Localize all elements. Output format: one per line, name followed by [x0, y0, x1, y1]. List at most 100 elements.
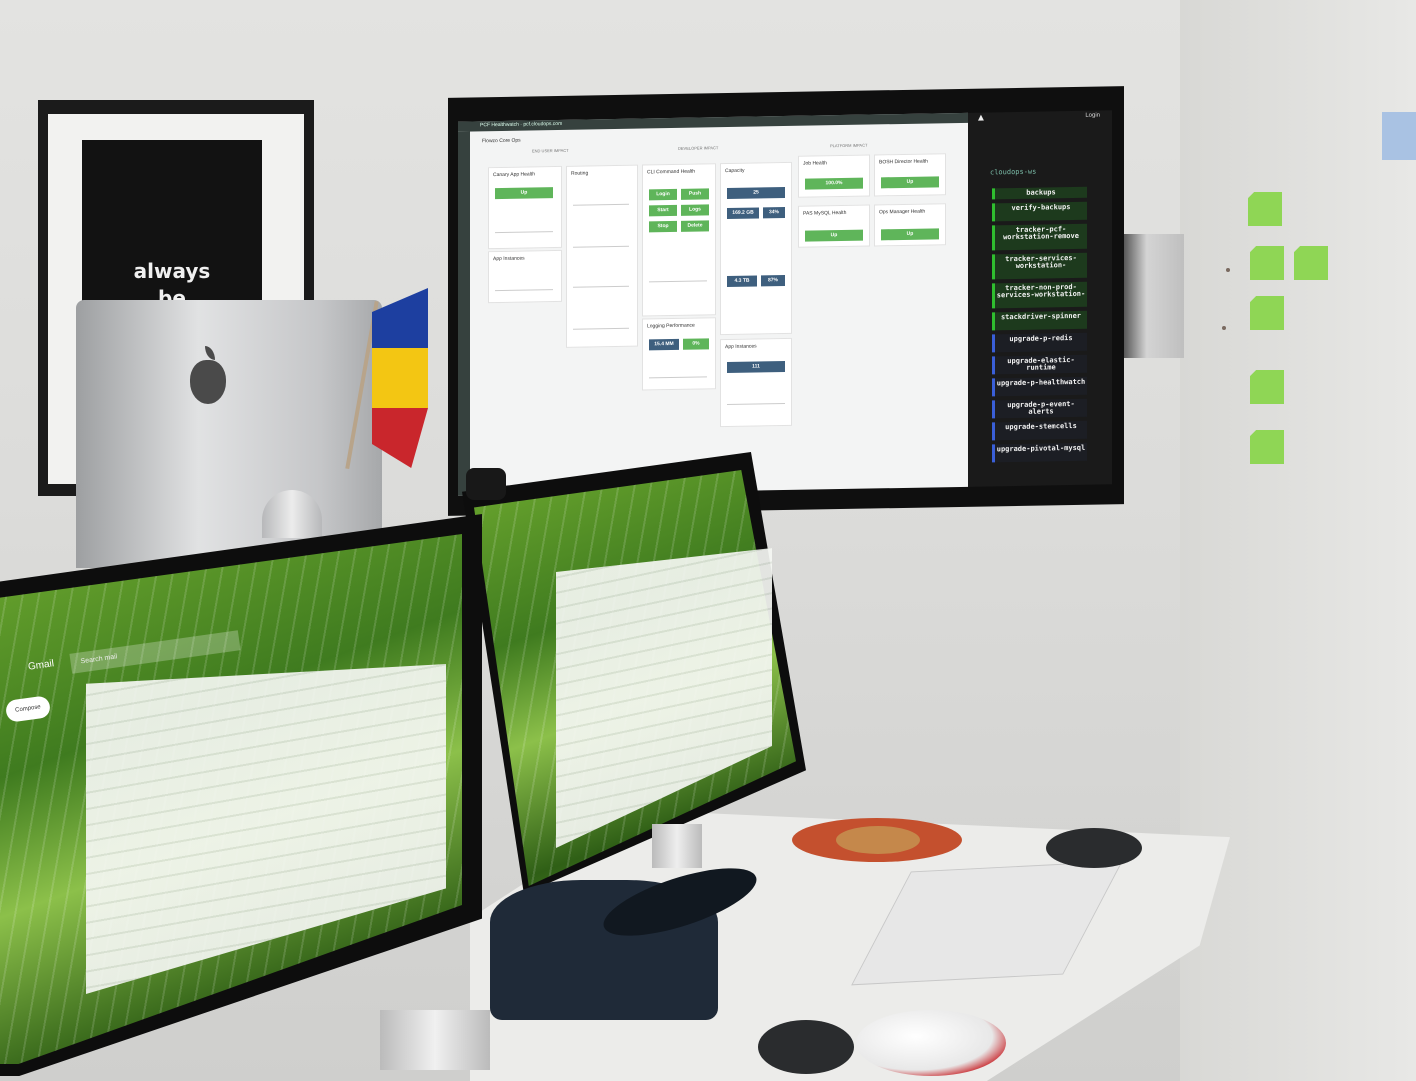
metric-value: 25 — [727, 187, 785, 200]
card-ops-manager-health[interactable]: Ops Manager Health Up — [874, 203, 946, 247]
status-badge: 100.0% — [805, 177, 863, 190]
sticky-note — [1294, 246, 1328, 280]
section-label: DEVELOPER IMPACT — [678, 145, 719, 151]
card-title: BOSH Director Health — [879, 158, 928, 166]
cli-logs-button[interactable]: Logs — [681, 204, 709, 216]
pipeline-job[interactable]: upgrade-elastic-runtime — [992, 354, 1087, 375]
card-title: App Instances — [725, 343, 757, 351]
pipeline-job[interactable]: tracker-pcf-workstation-remove — [992, 223, 1087, 251]
metric-value: 169.2 GB — [727, 207, 759, 220]
cli-stop-button[interactable]: Stop — [649, 220, 677, 233]
metric-value: 111 — [727, 361, 785, 374]
sticky-note — [1250, 430, 1284, 464]
sticky-note — [1250, 370, 1284, 404]
card-routing[interactable]: Routing — [566, 164, 638, 348]
pipeline-job[interactable]: stackdriver-spinner — [992, 310, 1087, 331]
pipeline-job[interactable]: upgrade-stemcells — [992, 420, 1087, 441]
card-title: Ops Manager Health — [879, 208, 926, 216]
desk-device — [856, 1010, 1006, 1076]
card-app-instances[interactable]: App Instances — [488, 249, 562, 304]
sticky-note — [1248, 192, 1282, 226]
pipeline-job[interactable]: tracker-non-prod-services-workstation- — [992, 281, 1087, 309]
concourse-logo-icon: ▲ — [976, 112, 986, 124]
wall-pin — [1222, 326, 1226, 330]
dashboard-url[interactable]: PCF Healthwatch · pcf.cloudops.com — [480, 121, 562, 128]
metric-value: 4.3 TB — [727, 275, 757, 288]
sparkline — [495, 273, 553, 292]
pipeline-job[interactable]: upgrade-p-healthwatch — [992, 376, 1087, 397]
pipeline-job[interactable]: verify-backups — [992, 201, 1087, 222]
blue-index-card — [1382, 112, 1416, 160]
status-badge: Up — [881, 176, 939, 189]
imac-back — [76, 300, 382, 568]
wall-mounted-device — [1116, 234, 1184, 358]
sparkline — [649, 360, 707, 379]
cli-push-button[interactable]: Push — [681, 188, 709, 200]
card-app-instances-right[interactable]: App Instances 111 — [720, 337, 792, 428]
browser-bar: PCF Healthwatch · pcf.cloudops.com — [458, 112, 968, 132]
sticky-note — [1250, 246, 1284, 280]
cli-delete-button[interactable]: Delete — [681, 220, 709, 232]
card-title: CLI Command Health — [647, 168, 696, 176]
section-label: PLATFORM IMPACT — [830, 142, 868, 149]
cli-start-button[interactable]: Start — [649, 204, 677, 217]
sparkline — [649, 264, 707, 283]
sparkline — [573, 229, 629, 248]
dashboard-title: Flowzo Core Ops — [482, 137, 521, 145]
card-title: Routing — [571, 170, 589, 177]
sparkline — [573, 269, 629, 288]
wall-right-panel — [1180, 0, 1416, 1081]
monitor-stand — [652, 824, 702, 868]
card-job-health[interactable]: Job Health 100.0% — [798, 154, 870, 198]
wall-pin — [1226, 268, 1230, 272]
card-canary-app-health[interactable]: Canary App Health Up — [488, 165, 562, 250]
pipeline-group-heading: cloudops-ws — [990, 167, 1037, 177]
apple-logo-icon — [190, 360, 226, 404]
sparkline — [573, 311, 629, 330]
tricolor-flag — [372, 288, 428, 468]
card-title: Canary App Health — [493, 171, 535, 179]
status-badge: Up — [805, 229, 863, 242]
card-title: Job Health — [803, 160, 827, 167]
mouse[interactable] — [1046, 828, 1142, 868]
metric-value: 34% — [763, 207, 785, 219]
monitor-stand — [380, 1010, 490, 1070]
flag-blue-band — [372, 288, 428, 348]
metric-value: 15.4 MM — [649, 338, 679, 351]
card-pas-mysql-health[interactable]: PAS MySQL Health Up — [798, 204, 870, 248]
card-bosh-director-health[interactable]: BOSH Director Health Up — [874, 153, 946, 197]
section-label: END USER IMPACT — [532, 147, 569, 154]
card-cli-command-health[interactable]: CLI Command Health Login Push Start Logs… — [642, 163, 716, 317]
metric-value: 0% — [683, 338, 709, 350]
dashboard-sidebar — [458, 131, 470, 496]
poster-line: always — [133, 259, 211, 283]
wall-tv: PCF Healthwatch · pcf.cloudops.com Flowz… — [448, 86, 1124, 516]
pipeline-job[interactable]: upgrade-pivotal-mysql — [992, 442, 1087, 463]
cli-login-button[interactable]: Login — [649, 188, 677, 201]
pipeline-job[interactable]: upgrade-p-redis — [992, 332, 1087, 353]
status-badge: Up — [495, 187, 553, 200]
pipeline-job[interactable]: upgrade-p-event-alerts — [992, 398, 1087, 419]
card-title: Logging Performance — [647, 322, 695, 330]
sparkline — [573, 187, 629, 206]
mouse[interactable] — [758, 1020, 854, 1074]
sparkline — [727, 387, 785, 406]
card-capacity[interactable]: Capacity 25 169.2 GB 34% 4.3 TB 87% — [720, 161, 792, 336]
login-link[interactable]: Login — [1085, 113, 1100, 119]
card-logging-performance[interactable]: Logging Performance 15.4 MM 0% — [642, 317, 716, 391]
metric-value: 87% — [761, 275, 785, 287]
flag-yellow-band — [372, 348, 428, 408]
healthwatch-dashboard: PCF Healthwatch · pcf.cloudops.com Flowz… — [458, 112, 968, 496]
webcam — [466, 468, 506, 500]
sparkline — [495, 215, 553, 234]
pipeline-job[interactable]: backups — [992, 186, 1087, 200]
card-title: PAS MySQL Health — [803, 209, 847, 217]
card-title: App Instances — [493, 255, 525, 263]
sticky-note — [1250, 296, 1284, 330]
card-title: Capacity — [725, 167, 745, 175]
pipeline-job[interactable]: tracker-services-workstation- — [992, 252, 1087, 280]
flag-red-band — [372, 408, 428, 468]
concourse-pipeline-panel: ▲ Login cloudops-ws backups verify-backup… — [968, 110, 1112, 487]
cookies — [836, 826, 920, 854]
status-badge: Up — [881, 228, 939, 241]
